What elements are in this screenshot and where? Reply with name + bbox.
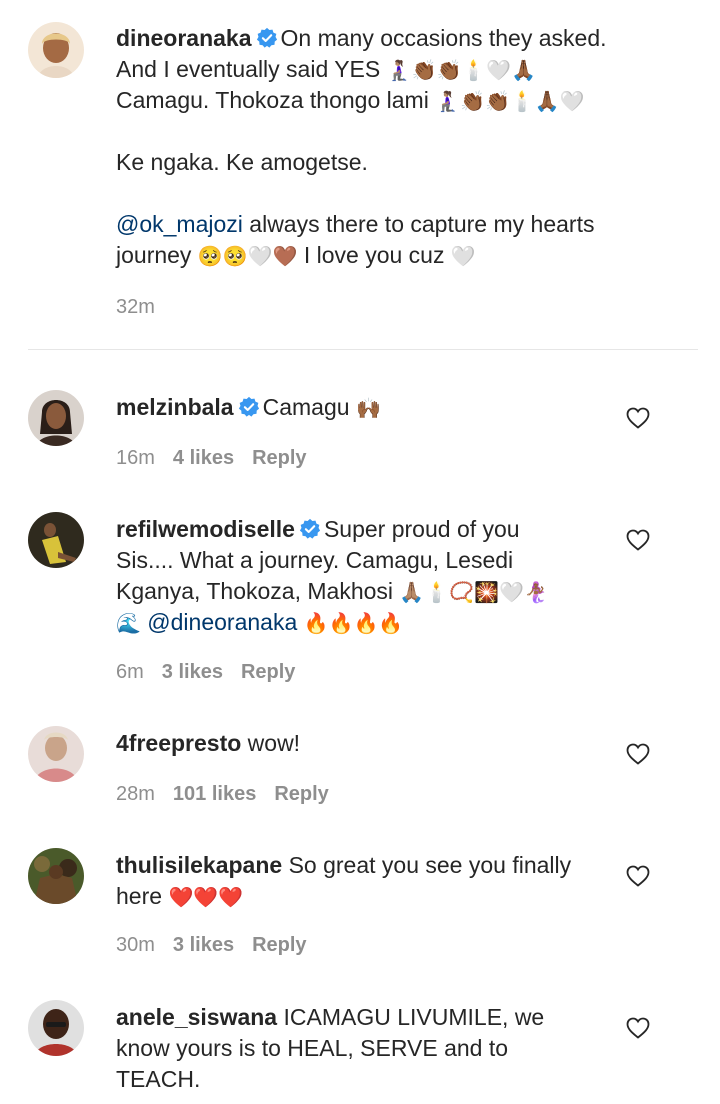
timestamp: 28m: [116, 783, 155, 805]
emoji-group: 🔥🔥🔥🔥: [303, 613, 404, 635]
comment-body: Kganya, Thokoza, Makhosi: [116, 578, 394, 604]
verified-badge-icon: [238, 396, 259, 417]
comment-body: Sis.... What a journey. Camagu, Lesedi: [116, 547, 514, 573]
caption-line-6: journey: [116, 242, 192, 268]
verified-badge-icon: [256, 27, 277, 48]
caption-line-1: On many occasions they asked.: [280, 25, 607, 51]
comment-meta: 6m 3 likes Reply: [116, 661, 313, 684]
avatar[interactable]: [28, 1000, 84, 1056]
comment-item: melzinbala Camagu 🙌🏾 16m 4 likes Reply: [0, 385, 720, 480]
comment-meta: 28m 101 likes Reply: [116, 783, 347, 806]
username[interactable]: anele_siswana: [116, 1004, 277, 1030]
caption-text: dineoranaka On many occasions they asked.…: [116, 23, 656, 271]
comment-body: Super proud of you: [323, 516, 520, 542]
caption-line-3: Camagu. Thokoza thongo lami: [116, 87, 429, 113]
avatar[interactable]: [28, 512, 84, 568]
timestamp: 32m: [116, 296, 155, 318]
username[interactable]: refilwemodiselle: [116, 516, 295, 542]
divider: [28, 349, 698, 350]
like-heart-icon[interactable]: [626, 529, 650, 551]
avatar[interactable]: [28, 726, 84, 782]
comment-meta: 30m 3 likes Reply: [116, 934, 325, 957]
comment-body: TEACH.: [116, 1066, 201, 1092]
caption-line-2: And I eventually said YES: [116, 56, 381, 82]
comment-text: thulisilekapane So great you see you fin…: [116, 850, 616, 912]
like-heart-icon[interactable]: [626, 1017, 650, 1039]
verified-badge-icon: [299, 518, 321, 539]
comment-body: here: [116, 883, 163, 909]
username[interactable]: melzinbala: [116, 394, 234, 420]
like-heart-icon[interactable]: [626, 865, 650, 887]
comment-item: refilwemodiselle Super proud of you Sis..…: [0, 508, 720, 698]
avatar-photo-icon: [28, 1000, 84, 1056]
timestamp: 16m: [116, 447, 155, 469]
timestamp: 30m: [116, 934, 155, 956]
emoji-group: 🙌🏾: [355, 398, 381, 420]
emoji-group: 🌊: [116, 613, 141, 635]
comment-body: So great you see you finally: [288, 852, 572, 878]
reply-button[interactable]: Reply: [252, 447, 306, 469]
likes-count[interactable]: 4 likes: [173, 447, 234, 469]
emoji-group: 🧎🏽‍♀️👏🏾👏🏾🕯️🤍🙏🏾: [386, 60, 537, 82]
likes-count[interactable]: 3 likes: [162, 661, 223, 683]
reply-button[interactable]: Reply: [241, 661, 295, 683]
comment-body: wow!: [247, 730, 301, 756]
avatar[interactable]: [28, 22, 84, 78]
emoji-group: 🧎🏽‍♀️👏🏾👏🏾🕯️🙏🏾🤍: [435, 91, 585, 113]
likes-count[interactable]: 3 likes: [173, 934, 234, 956]
comment-item: 4freepresto wow! 28m 101 likes Reply: [0, 722, 720, 817]
reply-button[interactable]: Reply: [274, 783, 328, 805]
comment-text: 4freepresto wow!: [116, 728, 616, 759]
mention-link[interactable]: @dineoranaka: [147, 609, 297, 635]
comment-text: refilwemodiselle Super proud of you Sis..…: [116, 514, 616, 638]
avatar-photo-icon: [28, 848, 84, 904]
emoji-group: ❤️❤️❤️: [168, 887, 244, 909]
avatar-photo-icon: [28, 22, 84, 78]
avatar[interactable]: [28, 848, 84, 904]
reply-button[interactable]: Reply: [252, 934, 306, 956]
emoji-group: 🤍: [450, 246, 476, 268]
username[interactable]: 4freepresto: [116, 730, 241, 756]
comment-meta: 16m 4 likes Reply: [116, 447, 325, 470]
caption-line-6-end: I love you cuz: [303, 242, 445, 268]
username[interactable]: dineoranaka: [116, 25, 252, 51]
comment-body: Camagu: [262, 394, 350, 420]
like-heart-icon[interactable]: [626, 407, 650, 429]
avatar[interactable]: [28, 390, 84, 446]
caption-line-4: Ke ngaka. Ke amogetse.: [116, 149, 368, 175]
comment-text: anele_siswana ICAMAGU LIVUMILE, we know …: [116, 1002, 616, 1095]
comment-item: thulisilekapane So great you see you fin…: [0, 844, 720, 969]
avatar-photo-icon: [28, 512, 84, 568]
mention-link[interactable]: @ok_majozi: [116, 211, 243, 237]
emoji-group: 🥺🥺🤍🤎: [197, 246, 298, 268]
caption-line-5: always there to capture my hearts: [249, 211, 595, 237]
avatar-photo-icon: [28, 726, 84, 782]
likes-count[interactable]: 101 likes: [173, 783, 256, 805]
avatar-photo-icon: [28, 390, 84, 446]
caption-comment: dineoranaka On many occasions they asked.…: [0, 0, 720, 340]
emoji-group: 🙏🏽🕯️📿🎇🤍🧜🏾‍♀️: [399, 582, 549, 604]
comment-text: melzinbala Camagu 🙌🏾: [116, 392, 616, 423]
username[interactable]: thulisilekapane: [116, 852, 282, 878]
comment-item: anele_siswana ICAMAGU LIVUMILE, we know …: [0, 996, 720, 1104]
caption-meta: 32m: [116, 296, 173, 319]
timestamp: 6m: [116, 661, 144, 683]
comment-body: know yours is to HEAL, SERVE and to: [116, 1035, 509, 1061]
comment-body: ICAMAGU LIVUMILE, we: [283, 1004, 545, 1030]
like-heart-icon[interactable]: [626, 743, 650, 765]
